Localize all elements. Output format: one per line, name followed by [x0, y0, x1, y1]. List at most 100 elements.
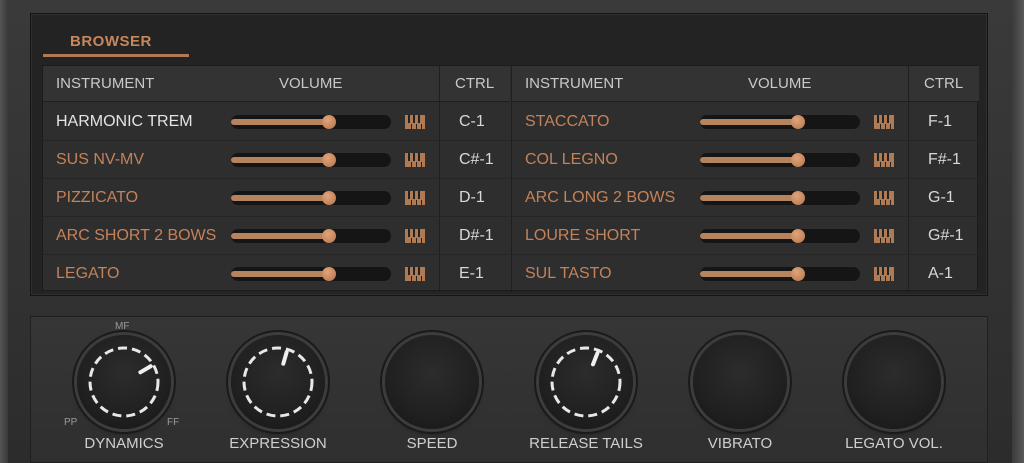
volume-slider-thumb[interactable]: [322, 115, 336, 129]
articulation-table: INSTRUMENT VOLUME CTRL HARMONIC TREM C-1…: [42, 65, 979, 293]
table-row[interactable]: LOURE SHORT G#-1: [512, 217, 979, 255]
volume-slider-fill: [231, 195, 329, 201]
keyboard-icon[interactable]: [405, 191, 425, 205]
dynamics-mark-mid: MF: [115, 321, 130, 332]
ctrl-key[interactable]: D#-1: [459, 227, 494, 245]
keyboard-icon[interactable]: [405, 267, 425, 281]
volume-slider-thumb[interactable]: [791, 115, 805, 129]
release-tails-knob[interactable]: [539, 335, 633, 429]
dynamics-knob-dial: [88, 346, 160, 418]
table-row[interactable]: PIZZICATO D-1: [43, 179, 510, 217]
keyboard-icon[interactable]: [874, 153, 894, 167]
articulation-name[interactable]: SUL TASTO: [525, 265, 700, 283]
volume-slider-fill: [700, 271, 798, 277]
volume-slider-thumb[interactable]: [791, 191, 805, 205]
table-row[interactable]: STACCATO F-1: [512, 103, 979, 141]
header-instrument: INSTRUMENT: [56, 75, 155, 92]
table-row[interactable]: SUL TASTO A-1: [512, 255, 979, 293]
ctrl-key[interactable]: F#-1: [928, 151, 961, 169]
header-instrument: INSTRUMENT: [525, 75, 624, 92]
speed-knob[interactable]: [385, 335, 479, 429]
frame-edge-left: [0, 0, 8, 463]
expression-knob-dial: [242, 346, 314, 418]
articulation-list-right: INSTRUMENT VOLUME CTRL STACCATO F-1 COL …: [511, 66, 979, 293]
expression-knob[interactable]: [231, 335, 325, 429]
keyboard-icon[interactable]: [405, 115, 425, 129]
articulation-name[interactable]: ARC SHORT 2 BOWS: [56, 227, 226, 245]
ctrl-key[interactable]: A-1: [928, 265, 953, 283]
browser-panel: BROWSER INSTRUMENT VOLUME CTRL HARMONIC …: [30, 13, 988, 296]
volume-slider-thumb[interactable]: [322, 191, 336, 205]
keyboard-icon[interactable]: [405, 229, 425, 243]
keyboard-icon[interactable]: [874, 229, 894, 243]
dynamics-label: DYNAMICS: [84, 435, 164, 452]
volume-slider[interactable]: [231, 191, 391, 205]
ctrl-key[interactable]: D-1: [459, 189, 485, 207]
legato-vol-label: LEGATO VOL.: [845, 435, 943, 452]
ctrl-key[interactable]: G#-1: [928, 227, 964, 245]
expression-label: EXPRESSION: [229, 435, 327, 452]
volume-slider[interactable]: [231, 267, 391, 281]
volume-slider-fill: [700, 119, 798, 125]
volume-slider-thumb[interactable]: [791, 153, 805, 167]
volume-slider-fill: [231, 233, 329, 239]
articulation-name[interactable]: SUS NV-MV: [56, 151, 226, 169]
volume-slider-fill: [700, 157, 798, 163]
ctrl-key[interactable]: E-1: [459, 265, 484, 283]
volume-slider[interactable]: [700, 153, 860, 167]
articulation-name[interactable]: LEGATO: [56, 265, 226, 283]
table-row[interactable]: HARMONIC TREM C-1: [43, 103, 510, 141]
release-tails-knob-dial: [550, 346, 622, 418]
keyboard-icon[interactable]: [874, 191, 894, 205]
articulation-name[interactable]: HARMONIC TREM: [56, 113, 226, 131]
table-row[interactable]: COL LEGNO F#-1: [512, 141, 979, 179]
dynamics-knob[interactable]: [77, 335, 171, 429]
volume-slider-fill: [231, 271, 329, 277]
vibrato-knob[interactable]: [693, 335, 787, 429]
volume-slider-thumb[interactable]: [322, 267, 336, 281]
articulation-name[interactable]: COL LEGNO: [525, 151, 700, 169]
articulation-name[interactable]: STACCATO: [525, 113, 700, 131]
keyboard-icon[interactable]: [874, 267, 894, 281]
volume-slider[interactable]: [700, 115, 860, 129]
volume-slider-fill: [231, 119, 329, 125]
header-ctrl: CTRL: [455, 75, 495, 92]
table-row[interactable]: ARC SHORT 2 BOWS D#-1: [43, 217, 510, 255]
keyboard-icon[interactable]: [405, 153, 425, 167]
volume-slider[interactable]: [231, 115, 391, 129]
header-volume: VOLUME: [279, 75, 343, 92]
volume-slider[interactable]: [700, 229, 860, 243]
ctrl-key[interactable]: F-1: [928, 113, 952, 131]
legato-vol-knob[interactable]: [847, 335, 941, 429]
tab-browser-underline: [43, 54, 189, 57]
table-row[interactable]: SUS NV-MV C#-1: [43, 141, 510, 179]
ctrl-key[interactable]: C#-1: [459, 151, 494, 169]
keyboard-icon[interactable]: [874, 115, 894, 129]
articulation-name[interactable]: ARC LONG 2 BOWS: [525, 189, 700, 207]
articulation-list-left: INSTRUMENT VOLUME CTRL HARMONIC TREM C-1…: [43, 66, 510, 293]
header-volume: VOLUME: [748, 75, 812, 92]
volume-slider-fill: [700, 195, 798, 201]
table-row[interactable]: LEGATO E-1: [43, 255, 510, 293]
volume-slider-thumb[interactable]: [791, 267, 805, 281]
articulation-name[interactable]: PIZZICATO: [56, 189, 226, 207]
ctrl-key[interactable]: C-1: [459, 113, 485, 131]
performance-controls-panel: MF PP FF DYNAMICS EXPRESSION SPEED RELEA…: [30, 316, 988, 463]
articulation-name[interactable]: LOURE SHORT: [525, 227, 700, 245]
volume-slider-thumb[interactable]: [322, 153, 336, 167]
volume-slider[interactable]: [700, 267, 860, 281]
table-row[interactable]: ARC LONG 2 BOWS G-1: [512, 179, 979, 217]
vibrato-label: VIBRATO: [707, 435, 773, 452]
volume-slider[interactable]: [231, 153, 391, 167]
volume-slider[interactable]: [700, 191, 860, 205]
volume-slider[interactable]: [231, 229, 391, 243]
volume-slider-fill: [231, 157, 329, 163]
volume-slider-thumb[interactable]: [791, 229, 805, 243]
dynamics-mark-min: PP: [64, 417, 78, 428]
release-tails-label: RELEASE TAILS: [529, 435, 643, 452]
app-frame: BROWSER INSTRUMENT VOLUME CTRL HARMONIC …: [0, 0, 1024, 463]
tab-browser[interactable]: BROWSER: [43, 26, 189, 56]
frame-edge-right: [1012, 0, 1024, 463]
volume-slider-thumb[interactable]: [322, 229, 336, 243]
ctrl-key[interactable]: G-1: [928, 189, 955, 207]
